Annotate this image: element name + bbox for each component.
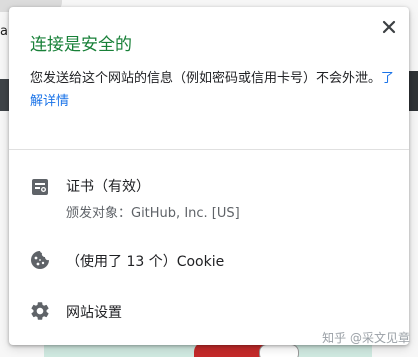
- close-icon: [382, 20, 396, 34]
- gear-icon: [29, 300, 51, 322]
- site-info-popup: 连接是安全的 您发送给这个网站的信息（例如密码或信用卡号）不会外泄。了解详情 证…: [9, 7, 409, 345]
- cookies-label: （使用了 13 个）Cookie: [66, 254, 225, 270]
- site-settings-label: 网站设置: [66, 305, 122, 321]
- close-button[interactable]: [379, 17, 399, 37]
- connection-description: 您发送给这个网站的信息（例如密码或信用卡号）不会外泄。了解详情: [30, 67, 395, 113]
- cookie-icon: [29, 249, 51, 271]
- cookies-row[interactable]: （使用了 13 个）Cookie: [9, 245, 409, 281]
- certificate-issued-to: 颁发对象：GitHub, Inc. [US]: [66, 206, 240, 221]
- site-settings-row[interactable]: 网站设置: [9, 295, 409, 331]
- connection-secure-title: 连接是安全的: [30, 35, 132, 55]
- illustration-white-shape: [259, 344, 299, 357]
- background-text-fragment: a: [0, 24, 8, 39]
- certificate-row[interactable]: 证书（有效） 颁发对象：GitHub, Inc. [US]: [9, 165, 409, 235]
- certificate-icon: [29, 176, 51, 198]
- description-text: 您发送给这个网站的信息（例如密码或信用卡号）不会外泄。: [30, 71, 382, 86]
- watermark: 知乎 @采文见章: [322, 331, 410, 345]
- connection-status-section: 连接是安全的 您发送给这个网站的信息（例如密码或信用卡号）不会外泄。了解详情: [9, 7, 409, 150]
- background-banner-right: [409, 71, 418, 111]
- certificate-label: 证书（有效）: [66, 179, 150, 195]
